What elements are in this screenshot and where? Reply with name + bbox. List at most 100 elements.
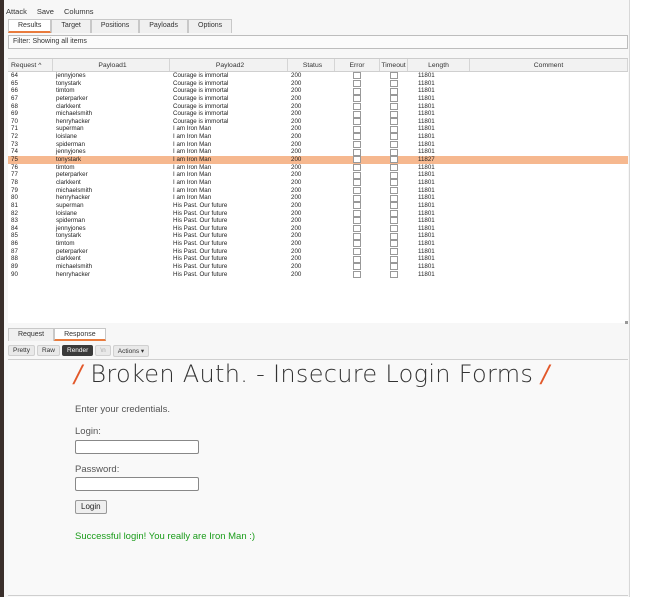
col-payload1[interactable]: Payload1 [53,59,170,71]
table-row[interactable]: 85 tonystark His Past. Our future 200 11801 [8,232,628,240]
cell-status: 200 [291,117,302,125]
cell-status: 200 [291,194,302,202]
cell-payload1: superman [56,125,84,133]
cell-comment [470,164,628,172]
col-payload2[interactable]: Payload2 [170,59,288,71]
table-row[interactable]: 77 peterparker I am Iron Man 200 11801 [8,171,628,179]
cell-payload2: Courage is immortal [173,87,229,95]
cell-request: 81 [11,201,18,209]
timeout-checkbox [389,248,398,256]
render-button[interactable]: Render [62,345,94,356]
raw-button[interactable]: Raw [36,345,60,356]
cell-request: 78 [11,178,18,186]
menu-columns[interactable]: Columns [64,7,94,16]
table-row[interactable]: 65 tonystark Courage is immortal 200 11801 [8,80,628,88]
tab-target[interactable]: Target [51,19,91,33]
table-row[interactable]: 88 clarkkent His Past. Our future 200 11801 [8,255,628,263]
cell-payload2: I am Iron Man [173,140,212,148]
table-row[interactable]: 83 spiderman His Past. Our future 200 11801 [8,217,628,225]
cell-length: 11801 [418,125,435,133]
timeout-checkbox [389,255,398,263]
table-row[interactable]: 90 henryhacker His Past. Our future 200 1180… [8,271,628,279]
tab-results[interactable]: Results [8,19,52,33]
login-button[interactable]: Login [75,500,107,514]
login-input[interactable] [75,440,199,454]
table-row[interactable]: 80 henryhacker I am Iron Man 200 11801 [8,194,628,202]
tab-request[interactable]: Request [8,328,55,341]
cell-timeout [380,72,408,80]
timeout-checkbox [389,240,398,248]
col-timeout[interactable]: Timeout [380,59,408,71]
heading-text: Broken Auth. - Insecure Login Forms [82,360,542,388]
table-row[interactable]: 84 jennyjones His Past. Our future 200 11801 [8,225,628,233]
col-comment[interactable]: Comment [470,59,628,71]
cell-request: 84 [11,224,18,232]
table-row[interactable]: 70 henryhacker Courage is immortal 200 11801 [8,118,628,126]
password-input[interactable] [75,477,199,491]
table-row[interactable]: 89 michaelsmith His Past. Our future 200 118… [8,263,628,271]
cell-comment [470,156,628,164]
cell-error [335,225,380,233]
cell-payload2: Courage is immortal [173,117,229,125]
timeout-checkbox [389,186,398,194]
cell-request: 64 [11,72,18,79]
error-checkbox [353,79,361,87]
cell-comment [470,271,628,279]
cell-comment [470,194,628,202]
actions-dropdown[interactable]: Actions ▾ [112,344,150,357]
cell-status: 200 [291,133,302,141]
cell-request: 68 [11,102,18,110]
cell-status: 200 [291,171,302,179]
cell-error [335,255,380,263]
table-row[interactable]: 78 clarkkent I am Iron Man 200 11801 [8,179,628,187]
table-row[interactable]: 68 clarkkent Courage is immortal 200 11801 [8,103,628,111]
table-row[interactable]: 67 peterparker Courage is immortal 200 11801 [8,95,628,103]
pretty-button[interactable]: Pretty [8,345,35,356]
cell-error [335,202,380,210]
table-row[interactable]: 69 michaelsmith Courage is immortal 200 1180… [8,110,628,118]
table-row[interactable]: 73 spiderman I am Iron Man 200 11801 [8,141,628,149]
cell-length: 11801 [418,110,435,118]
table-row[interactable]: 74 jennyjones I am Iron Man 200 11801 [8,148,628,156]
table-row[interactable]: 82 loislane His Past. Our future 200 11801 [8,210,628,218]
error-checkbox [353,125,361,133]
cell-length: 11801 [418,94,435,102]
cell-status: 200 [291,201,302,209]
newline-toggle-button[interactable]: \n [95,345,111,356]
table-row[interactable]: 86 timtom His Past. Our future 200 11801 [8,240,628,248]
cell-error [335,141,380,149]
table-row[interactable]: 64 jennyjones Courage is immortal 200 11801 [8,72,628,80]
menu-attack[interactable]: Attack [6,7,27,16]
col-request[interactable]: Request ^ [8,59,53,71]
error-checkbox [353,171,361,179]
table-row[interactable]: 81 superman His Past. Our future 200 11801 [8,202,628,210]
tab-positions[interactable]: Positions [90,19,140,33]
cell-error [335,118,380,126]
cell-payload2: Courage is immortal [173,110,229,118]
cell-comment [470,263,628,271]
cell-status: 200 [291,125,302,133]
col-error[interactable]: Error [335,59,380,71]
col-length[interactable]: Length [408,59,470,71]
timeout-checkbox [389,202,398,210]
filter-bar[interactable]: Filter: Showing all items [8,35,628,49]
table-row[interactable]: 79 michaelsmith I am Iron Man 200 11801 [8,187,628,195]
tab-payloads[interactable]: Payloads [139,19,189,33]
table-row[interactable]: 76 timtom I am Iron Man 200 11801 [8,164,628,172]
table-row[interactable]: 72 loislane I am Iron Man 200 11801 [8,133,628,141]
table-scrollbar[interactable] [625,321,628,324]
menu-save[interactable]: Save [37,7,54,16]
cell-timeout [380,141,408,149]
page-title: / Broken Auth. - Insecure Login Forms / [74,360,550,388]
cell-payload2: His Past. Our future [173,240,228,248]
table-row[interactable]: 75 tonystark I am Iron Man 200 11827 [8,156,628,164]
timeout-checkbox [389,102,398,110]
table-row[interactable]: 66 timtom Courage is immortal 200 11801 [8,87,628,95]
tab-response[interactable]: Response [54,328,106,341]
table-row[interactable]: 71 superman I am Iron Man 200 11801 [8,125,628,133]
timeout-checkbox [389,110,398,118]
table-row[interactable]: 87 peterparker His Past. Our future 200 1180… [8,248,628,256]
col-status[interactable]: Status [288,59,335,71]
tab-options[interactable]: Options [188,19,233,33]
cell-status: 200 [291,178,302,186]
